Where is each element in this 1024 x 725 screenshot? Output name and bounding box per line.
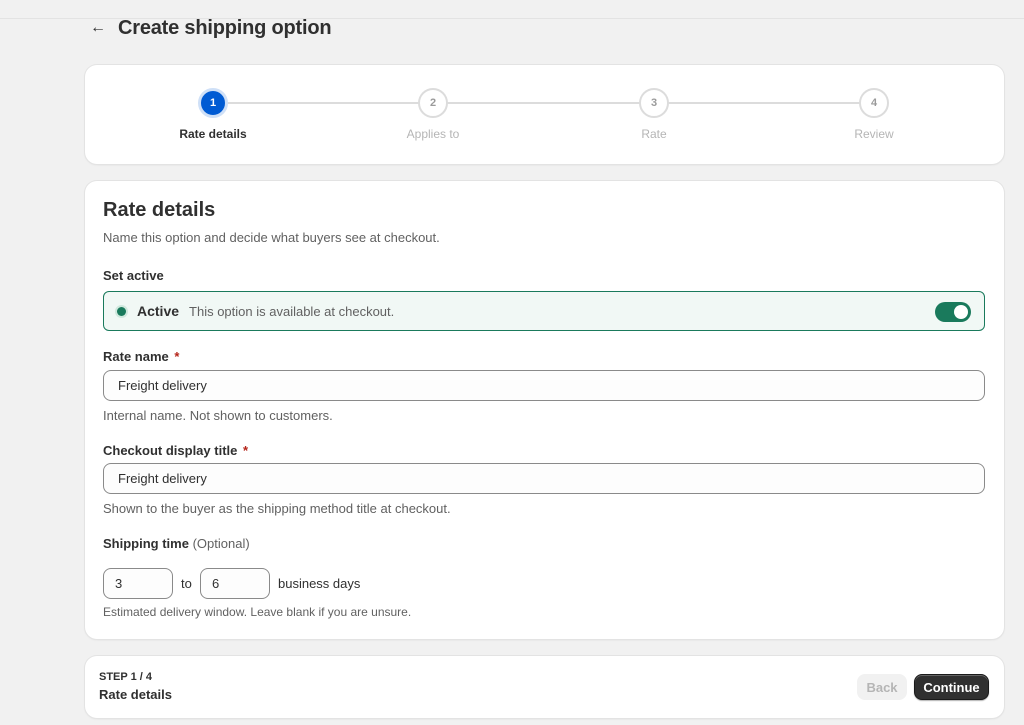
shipping-time-max-input[interactable] — [200, 568, 270, 599]
stepper-track — [214, 102, 875, 104]
current-step-name: Rate details — [99, 687, 172, 702]
arrow-left-icon[interactable]: ← — [88, 18, 108, 38]
shipping-time-help: Estimated delivery window. Leave blank i… — [103, 605, 412, 619]
step-number: 3 — [639, 88, 669, 118]
section-title: Rate details — [103, 199, 216, 221]
step-applies-to[interactable]: 2 Applies to — [373, 88, 493, 141]
page-title: Create shipping option — [118, 16, 332, 39]
set-active-label: Set active — [103, 268, 164, 283]
required-mark: * — [174, 349, 180, 364]
toggle-knob — [954, 305, 968, 319]
step-rate-details[interactable]: 1 Rate details — [153, 88, 273, 141]
shipping-time-label: Shipping time (Optional) — [103, 536, 250, 551]
optional-tag: (Optional) — [192, 536, 250, 551]
step-number: 4 — [859, 88, 889, 118]
required-mark: * — [243, 443, 249, 458]
rate-name-label-text: Rate name — [103, 349, 169, 364]
section-description: Name this option and decide what buyers … — [103, 230, 440, 245]
step-label: Rate details — [179, 127, 247, 141]
checkout-title-help: Shown to the buyer as the shipping metho… — [103, 501, 451, 516]
active-status-description: This option is available at checkout. — [189, 303, 395, 319]
rate-name-label: Rate name * — [103, 349, 179, 364]
step-label: Review — [854, 127, 894, 141]
rate-name-input[interactable] — [103, 370, 985, 401]
page-header: ← Create shipping option — [88, 14, 332, 42]
continue-button[interactable]: Continue — [914, 674, 989, 700]
step-review[interactable]: 4 Review — [814, 88, 934, 141]
step-label: Applies to — [406, 127, 460, 141]
active-status-box: Active This option is available at check… — [103, 291, 985, 331]
step-rate[interactable]: 3 Rate — [594, 88, 714, 141]
rate-name-help: Internal name. Not shown to customers. — [103, 408, 333, 423]
back-button[interactable]: Back — [857, 674, 907, 700]
step-number: 2 — [418, 88, 448, 118]
shipping-time-unit: business days — [278, 576, 361, 591]
shipping-time-label-text: Shipping time — [103, 536, 189, 551]
status-dot-icon — [117, 306, 126, 316]
step-counter: STEP 1 / 4 — [99, 671, 152, 683]
active-status-title: Active — [137, 303, 180, 319]
checkout-title-input[interactable] — [103, 463, 985, 494]
shipping-time-min-input[interactable] — [103, 568, 173, 599]
range-separator: to — [181, 576, 192, 591]
step-label: Rate — [641, 127, 667, 141]
active-toggle[interactable] — [935, 302, 971, 322]
checkout-title-label-text: Checkout display title — [103, 443, 238, 458]
step-number: 1 — [198, 88, 228, 118]
checkout-title-label: Checkout display title * — [103, 443, 248, 458]
